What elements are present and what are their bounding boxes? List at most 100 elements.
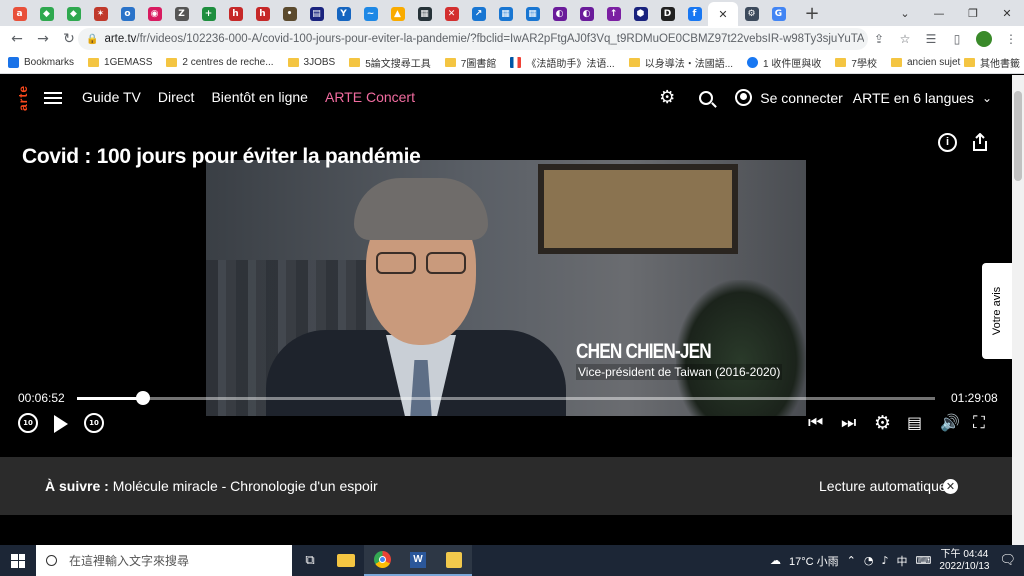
back-icon[interactable]: ← [4,31,30,47]
task-view-icon[interactable]: ⧉ [292,545,328,576]
browser-tab[interactable]: f [681,3,708,25]
clock[interactable]: 下午 04:44 2022/10/13 [939,549,989,573]
browser-tab[interactable]: a [6,3,33,25]
bookmark-star-icon[interactable]: ☆ [892,32,918,46]
skip-back-10-icon[interactable]: 10 [18,413,38,433]
app-icon[interactable] [436,545,472,576]
close-tab-icon[interactable]: ✕ [718,8,727,21]
sidepanel-icon[interactable]: ▯ [944,32,970,46]
speaker-icon[interactable]: ♪ [882,554,889,567]
windows-start-icon[interactable] [0,545,36,576]
browser-tab[interactable]: ~ [357,3,384,25]
browser-tab[interactable]: + [195,3,222,25]
new-tab-button[interactable]: + [802,3,822,24]
user-icon[interactable] [735,89,753,106]
tab-search-icon[interactable]: ⌄ [888,0,922,26]
bookmark-item[interactable]: 《法語助手》法语... [510,55,615,70]
browser-tab[interactable]: ◆ [33,3,60,25]
bookmark-item[interactable]: Bookmarks [8,57,74,68]
bookmark-item[interactable]: 7圖書館 [444,55,496,70]
info-icon[interactable]: i [938,133,957,152]
browser-tab[interactable]: ✶ [87,3,114,25]
menu-icon[interactable] [44,92,62,104]
browser-tab[interactable]: ▦ [411,3,438,25]
browser-tab[interactable]: ⬢ [627,3,654,25]
restore-button[interactable]: ❐ [956,0,990,26]
fullscreen-icon[interactable]: ⛶ [973,413,985,433]
bookmark-item[interactable]: 3JOBS [287,57,335,68]
url-text[interactable]: arte.tv/fr/videos/102236-000-A/covid-100… [104,33,864,45]
progress-bar[interactable] [77,391,935,405]
nav-guide-tv[interactable]: Guide TV [82,89,141,105]
browser-tab[interactable]: ↗ [465,3,492,25]
nav-direct[interactable]: Direct [158,89,195,105]
network-icon[interactable]: ◔ [864,554,874,567]
autoplay-close-icon[interactable]: ✕ [943,479,958,494]
settings-gear-icon[interactable]: ⚙ [659,87,675,108]
tray-chevron-icon[interactable]: ⌃ [847,554,856,567]
browser-tab[interactable]: ◐ [573,3,600,25]
ime-indicator[interactable]: 中 [897,553,908,569]
page-scrollbar[interactable] [1012,75,1024,545]
browser-tab[interactable]: ▦ [519,3,546,25]
chevron-down-icon[interactable]: ⌄ [982,91,992,105]
browser-tab[interactable]: ◆ [60,3,87,25]
browser-tab[interactable]: h [249,3,276,25]
video-frame[interactable]: CHEN CHIEN-JEN Vice-président de Taiwan … [206,160,806,416]
browser-tab[interactable]: o [114,3,141,25]
browser-tab[interactable]: ◐ [546,3,573,25]
subtitles-icon[interactable]: ▤ [907,413,922,432]
browser-tab[interactable]: ▦ [492,3,519,25]
other-bookmarks[interactable]: 其他書籤 [964,55,1020,70]
browser-tab[interactable]: Z [168,3,195,25]
bookmark-item[interactable]: ancien sujet [890,57,960,68]
bookmark-item[interactable]: 5論文搜尋工具 [349,55,431,70]
close-window-button[interactable]: ✕ [990,0,1024,26]
browser-tab[interactable]: Y [330,3,357,25]
bookmark-item[interactable]: 7學校 [835,55,877,70]
keyboard-icon[interactable]: ⌨ [916,554,932,567]
previous-icon[interactable]: ⏮ [808,413,823,433]
profile-avatar[interactable] [976,31,992,47]
browser-tab[interactable]: • [276,3,303,25]
browser-tab[interactable]: h [222,3,249,25]
address-bar[interactable]: 🔒 arte.tv/fr/videos/102236-000-A/covid-1… [78,28,868,50]
share-page-icon[interactable]: ⇪ [866,32,892,46]
progress-handle[interactable] [136,391,151,405]
browser-tab[interactable]: ▲ [384,3,411,25]
browser-tab[interactable]: G [765,3,792,25]
forward-icon[interactable]: → [30,31,56,47]
word-icon[interactable]: W [400,545,436,576]
reading-list-icon[interactable]: ☰ [918,32,944,46]
menu-dots-icon[interactable]: ⋮ [998,32,1024,46]
feedback-tab[interactable]: Votre avis [982,263,1012,359]
play-icon[interactable] [54,415,68,433]
bookmark-item[interactable]: 1 收件匣與收 [747,55,821,70]
browser-tab-active[interactable]: ✕ [708,2,738,26]
bookmark-item[interactable]: 以身導法・法國語... [628,55,733,70]
notification-icon[interactable]: 🗨 [999,553,1016,568]
bookmark-item[interactable]: 1GEMASS [88,57,152,68]
browser-tab[interactable]: ✕ [438,3,465,25]
weather-text[interactable]: 17°C 小雨 [789,553,839,569]
browser-tab[interactable]: ⚙ [738,3,765,25]
browser-tab[interactable]: D [654,3,681,25]
browser-tab[interactable]: ▤ [303,3,330,25]
quality-settings-icon[interactable]: ⚙ [874,412,891,434]
bookmark-item[interactable]: 2 centres de reche... [166,57,274,68]
chrome-icon[interactable] [364,545,400,576]
up-next-link[interactable]: À suivre : Molécule miracle - Chronologi… [45,478,378,494]
nav-arte-concert[interactable]: ARTE Concert [325,89,415,105]
minimize-button[interactable]: — [922,0,956,26]
volume-icon[interactable]: 🔊 [940,413,960,432]
browser-tab[interactable]: ◉ [141,3,168,25]
browser-tab[interactable]: ↑ [600,3,627,25]
language-selector[interactable]: ARTE en 6 langues [853,90,974,106]
next-icon[interactable]: ⏭ [841,413,856,433]
skip-forward-10-icon[interactable]: 10 [84,413,104,433]
login-link[interactable]: Se connecter [760,90,843,106]
scrollbar-thumb[interactable] [1014,91,1022,181]
share-icon[interactable] [972,133,988,151]
arte-logo[interactable]: arte [16,81,30,115]
nav-bientot-en-ligne[interactable]: Bientôt en ligne [211,89,308,105]
